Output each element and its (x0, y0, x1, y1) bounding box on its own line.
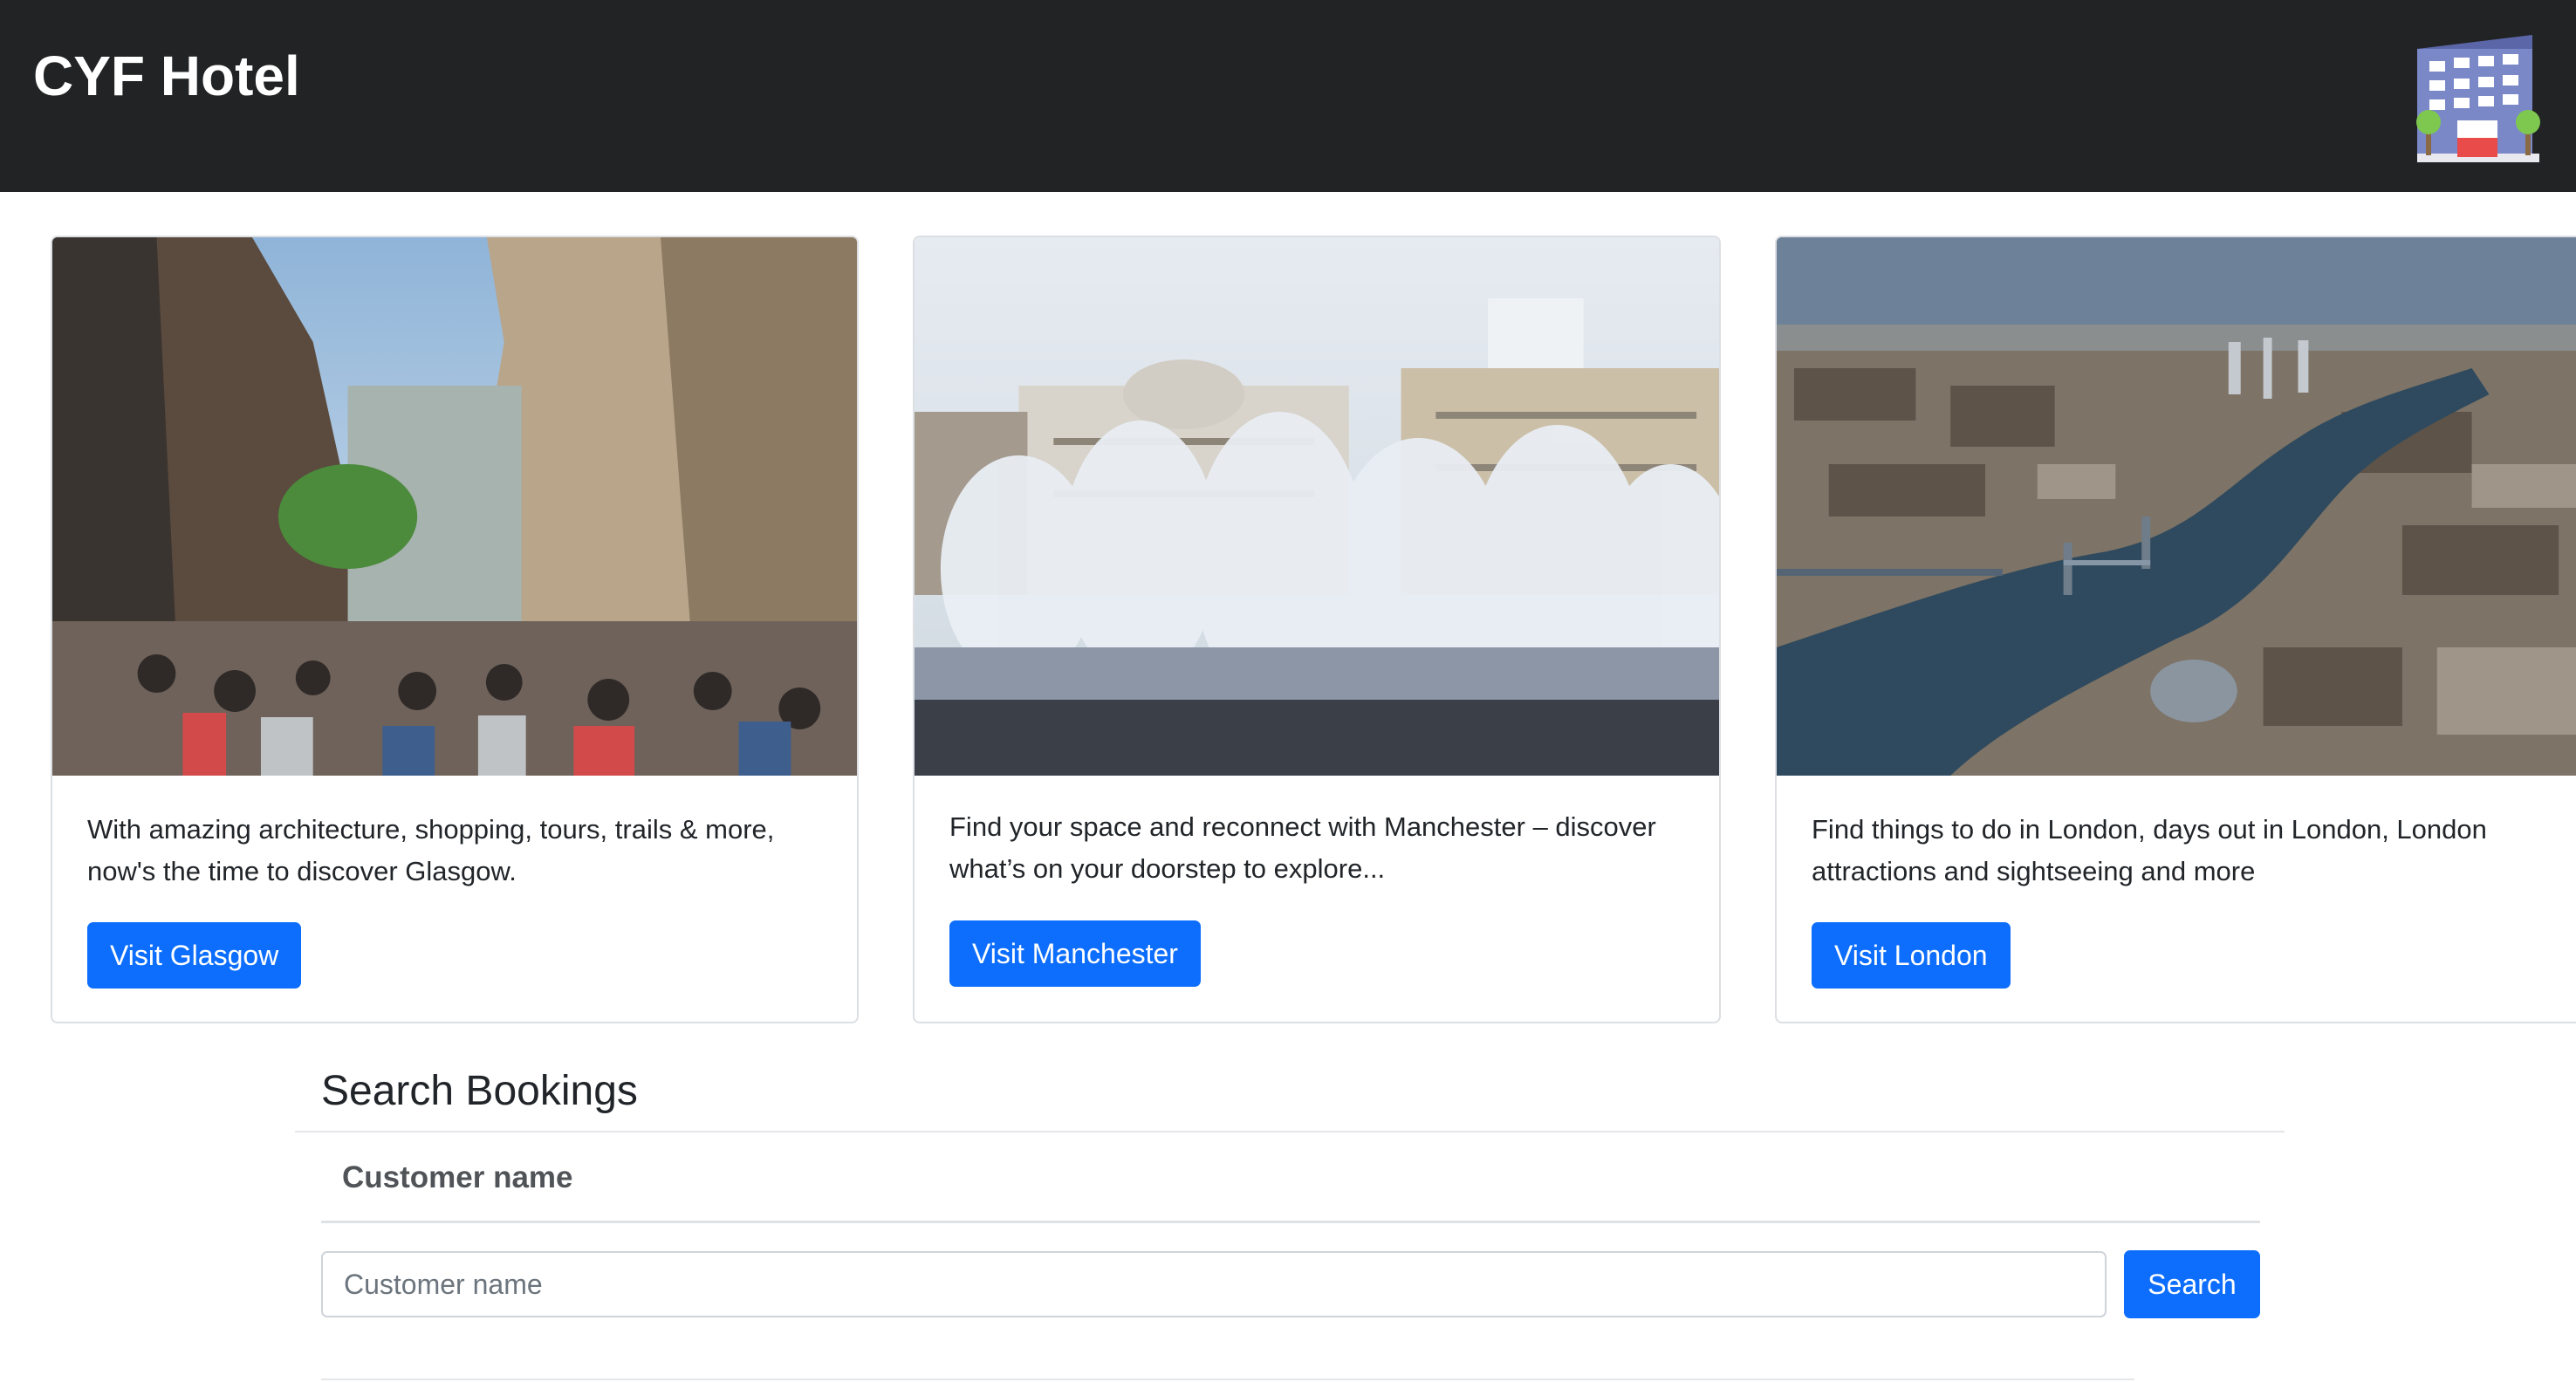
visit-london-button[interactable]: Visit London (1812, 922, 2011, 989)
glasgow-street-photo (52, 237, 857, 776)
hotel-building-icon (2408, 30, 2548, 169)
navbar: CYF Hotel (0, 0, 2576, 192)
customer-name-label: Customer name (342, 1160, 573, 1194)
manchester-fountain-photo (915, 237, 1719, 776)
search-bookings-title: Search Bookings (321, 1068, 638, 1114)
card-description: Find things to do in London, days out in… (1812, 814, 2487, 886)
card-manchester: Find your space and reconnect with Manch… (913, 236, 1721, 1023)
divider (321, 1221, 2260, 1223)
visit-manchester-button[interactable]: Visit Manchester (949, 920, 1201, 987)
card-glasgow: With amazing architecture, shopping, tou… (51, 236, 859, 1023)
london-aerial-photo (1777, 237, 2576, 776)
card-description: Find your space and reconnect with Manch… (949, 811, 1656, 884)
visit-glasgow-button[interactable]: Visit Glasgow (87, 922, 302, 989)
card-london: Find things to do in London, days out in… (1775, 236, 2576, 1023)
divider (321, 1379, 2134, 1380)
divider (295, 1131, 2285, 1132)
card-description: With amazing architecture, shopping, tou… (87, 814, 775, 886)
search-button[interactable]: Search (2124, 1250, 2260, 1318)
customer-name-input[interactable] (321, 1251, 2107, 1317)
brand-title[interactable]: CYF Hotel (33, 38, 300, 113)
